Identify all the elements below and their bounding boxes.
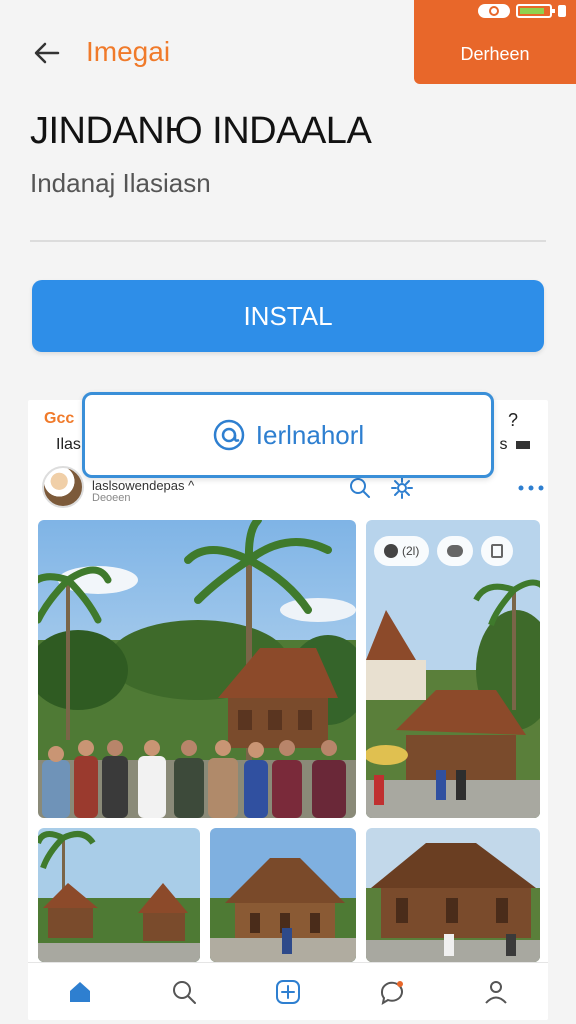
brand-name: Imegai — [86, 36, 171, 67]
photo-house-front[interactable] — [210, 828, 356, 962]
help-icon[interactable]: ? — [508, 410, 518, 431]
floating-search-box[interactable]: Ierlnahorl — [82, 392, 494, 478]
bookmark-icon — [491, 544, 504, 558]
battery-icon — [516, 4, 555, 18]
photo-traditional-house[interactable]: (2l) — [366, 520, 540, 818]
more-dots-icon[interactable] — [516, 480, 546, 496]
photo-chip-row: (2l) — [374, 536, 514, 566]
preview-top-label: Gcc — [44, 410, 75, 427]
search-icon[interactable] — [348, 476, 372, 500]
preview-top-label-2: Ilas — [56, 436, 81, 453]
profile-name: laslsowendepas ^ — [92, 478, 195, 493]
add-icon[interactable] — [270, 974, 306, 1010]
chip-count: (2l) — [402, 544, 420, 558]
back-arrow-icon[interactable] — [30, 36, 64, 70]
profile-subtitle: Deoeen — [92, 492, 131, 504]
preview-status-text: s — [499, 436, 508, 453]
bottom-nav — [28, 962, 548, 1020]
status-bar — [478, 4, 566, 18]
chip-comments[interactable]: (2l) — [374, 536, 430, 566]
photo-village-group[interactable] — [38, 520, 356, 818]
search-icon[interactable] — [166, 974, 202, 1010]
paw-icon — [447, 545, 464, 557]
chip-likes[interactable] — [437, 536, 474, 566]
screenshot-preview[interactable]: Gcc Ilas ? s laslsowendepas ^ Deoeen (2l… — [28, 400, 548, 1020]
record-icon — [478, 4, 510, 18]
chat-icon[interactable] — [374, 974, 410, 1010]
gear-icon[interactable] — [390, 476, 414, 500]
home-icon[interactable] — [62, 974, 98, 1010]
signal-icon — [558, 5, 566, 17]
comment-icon — [384, 544, 398, 558]
at-icon — [212, 418, 246, 452]
chip-save[interactable] — [481, 536, 514, 566]
install-button[interactable]: INSTAL — [32, 280, 544, 352]
app-subtitle: Indanaj Ilasiasn — [30, 168, 211, 198]
divider — [30, 240, 546, 242]
profile-icon[interactable] — [478, 974, 514, 1010]
app-title: JINDANЮ INDAALA — [30, 110, 372, 152]
header-action-label: Derheen — [460, 44, 530, 64]
photo-houses-palm[interactable] — [38, 828, 200, 962]
photo-wooden-house[interactable] — [366, 828, 540, 962]
avatar[interactable] — [42, 466, 84, 508]
header-action-button[interactable]: Derheen — [414, 0, 576, 84]
app-header: Imegai Derheen — [0, 0, 576, 100]
floating-box-label: Ierlnahorl — [255, 419, 365, 450]
battery-icon — [516, 441, 530, 449]
preview-status: s — [500, 436, 530, 454]
